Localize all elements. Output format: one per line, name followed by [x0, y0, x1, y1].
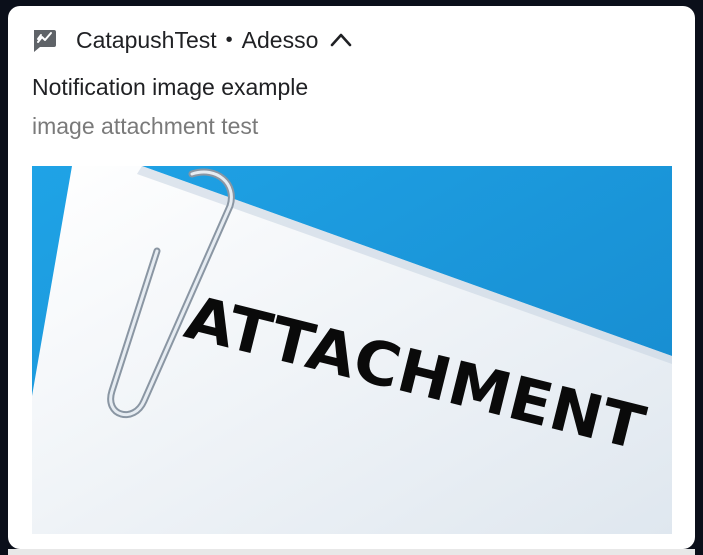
next-notification-edge: [8, 549, 695, 555]
notification-body: image attachment test: [32, 113, 259, 139]
notification-card[interactable]: CatapushTest • Adesso Notification image…: [8, 6, 695, 549]
notification-title: Notification image example: [32, 74, 309, 100]
attachment-image[interactable]: ATTACHMENT: [32, 166, 672, 534]
chat-check-icon: [32, 27, 58, 53]
app-name: CatapushTest: [76, 26, 217, 53]
header-separator: •: [225, 28, 233, 51]
notification-header: CatapushTest • Adesso: [32, 24, 354, 56]
chevron-up-icon[interactable]: [328, 27, 354, 53]
channel-name: Adesso: [241, 26, 319, 53]
